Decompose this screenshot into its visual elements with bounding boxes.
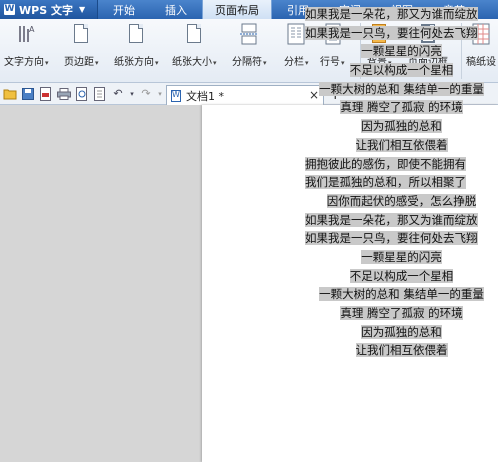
columns-label: 分栏 — [284, 57, 304, 68]
document-tab[interactable]: 文档1 * × — [166, 85, 324, 105]
paper-size-button[interactable]: 纸张大小▾ — [172, 23, 217, 68]
word-doc-icon — [171, 89, 181, 102]
undo-dropdown-icon[interactable]: ▾ — [128, 86, 136, 102]
text-line: 一颗大树的总和 集结单一的重量 — [319, 287, 484, 302]
document-text[interactable]: 如果我是一朵花，那又为谁而绽放 如果我是一只鸟，要往何处去飞翔 一颗星星的闪亮 … — [305, 5, 498, 360]
text-direction-label: 文字方向 — [4, 57, 44, 68]
orientation-button[interactable]: 纸张方向▾ — [114, 23, 159, 68]
text-line: 因为孤独的总和 — [361, 119, 442, 134]
text-line: 不足以构成一个星相 — [349, 63, 454, 78]
margins-icon — [70, 23, 92, 45]
document-tab-title: 文档1 * — [186, 89, 224, 103]
paper-size-icon — [183, 23, 205, 45]
text-line: 一颗星星的闪亮 — [361, 249, 442, 264]
app-name: WPS 文字 — [19, 3, 73, 17]
margins-button[interactable]: 页边距▾ — [64, 23, 99, 68]
print-icon[interactable] — [56, 86, 72, 102]
text-line: 真理 腾空了孤寂 的环境 — [340, 306, 463, 320]
text-line: 让我们相互依偎着 — [355, 137, 448, 152]
undo-icon[interactable]: ↶ — [110, 86, 126, 102]
redo-icon[interactable]: ↷ — [138, 86, 154, 102]
redo-dropdown-icon[interactable]: ▾ — [156, 86, 164, 102]
folder-icon[interactable] — [2, 86, 18, 102]
text-line: 因你而起伏的感受，怎么挣脱 — [326, 193, 477, 208]
margins-label: 页边距 — [64, 57, 94, 68]
text-line: 如果我是一朵花，那又为谁而绽放 — [305, 7, 478, 21]
breaks-label: 分隔符 — [232, 57, 262, 68]
text-line: 因为孤独的总和 — [361, 324, 442, 339]
text-line: 如果我是一只鸟，要往何处去飞翔 — [305, 25, 478, 40]
document-icon[interactable] — [92, 86, 108, 102]
text-direction-button[interactable]: A 文字方向▾ — [4, 23, 49, 68]
save-icon[interactable] — [20, 86, 36, 102]
text-line: 我们是孤独的总和，所以相聚了 — [305, 175, 466, 190]
tab-page-layout[interactable]: 页面布局 — [202, 0, 272, 19]
breaks-button[interactable]: 分隔符▾ — [232, 23, 267, 68]
text-line: 不足以构成一个星相 — [349, 268, 454, 283]
export-pdf-icon[interactable] — [38, 86, 54, 102]
app-menu-button[interactable]: W WPS 文字 ▼ — [0, 0, 98, 19]
text-line: 拥抱彼此的感伤，即使不能拥有 — [305, 156, 466, 171]
text-line: 让我们相互依偎着 — [355, 343, 448, 358]
tab-insert[interactable]: 插入 — [150, 0, 202, 19]
tab-home[interactable]: 开始 — [98, 0, 150, 19]
text-line: 如果我是一朵花，那又为谁而绽放 — [305, 212, 478, 227]
breaks-icon — [238, 23, 260, 45]
orientation-icon — [125, 23, 147, 45]
columns-icon — [285, 23, 307, 45]
text-line: 一颗大树的总和 集结单一的重量 — [319, 81, 484, 96]
orientation-label: 纸张方向 — [114, 57, 154, 68]
wps-logo-icon: W — [4, 4, 15, 15]
print-preview-icon[interactable] — [74, 86, 90, 102]
paper-size-label: 纸张大小 — [172, 57, 212, 68]
text-line: 如果我是一只鸟，要往何处去飞翔 — [305, 231, 478, 246]
text-line: 真理 腾空了孤寂 的环境 — [340, 100, 463, 115]
text-direction-icon: A — [15, 23, 37, 45]
svg-text:A: A — [29, 25, 35, 34]
chevron-down-icon: ▼ — [78, 5, 86, 14]
text-line: 一颗星星的闪亮 — [361, 44, 442, 59]
